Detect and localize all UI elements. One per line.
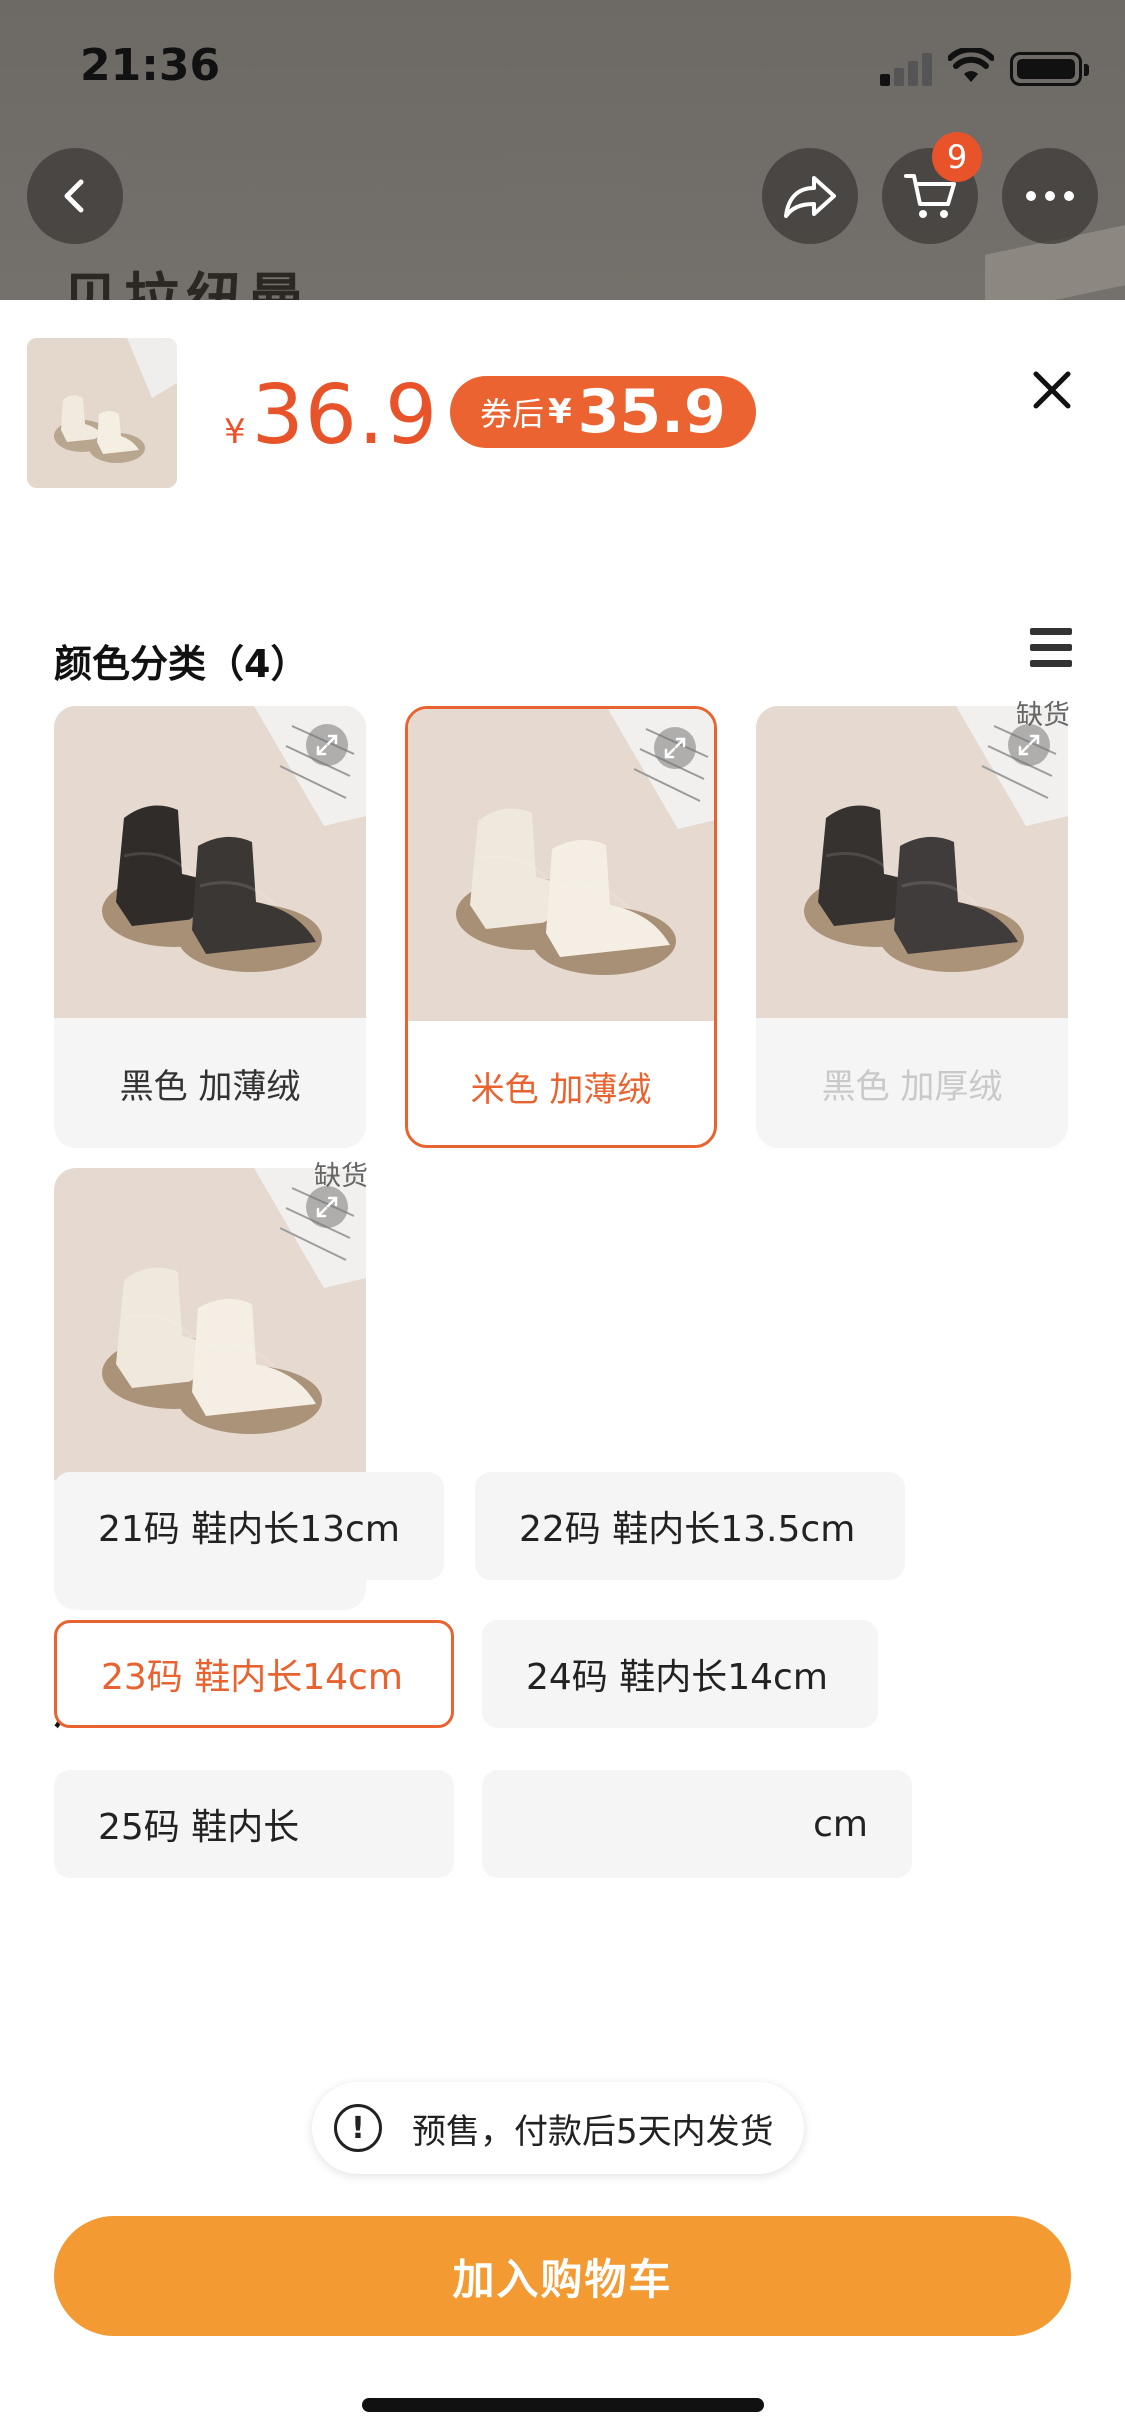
expand-image-icon[interactable]	[654, 727, 696, 769]
color-option-card[interactable]: 米色 加薄绒	[405, 706, 717, 1148]
status-time: 21:36	[80, 40, 221, 91]
color-option-label: 黑色 加厚绒	[821, 1066, 1003, 1107]
more-dots-icon	[1026, 191, 1074, 201]
product-page-backdrop[interactable]: 21:36 贝拉纽曼 9	[0, 0, 1125, 300]
size-option-chip[interactable]: 24码 鞋内长14cm	[482, 1620, 878, 1728]
chevron-left-icon	[64, 179, 84, 213]
price-value: 36.9	[251, 368, 439, 463]
toast-text: 预售，付款后5天内发货	[412, 2111, 774, 2152]
size-option-chip[interactable]: cm	[482, 1770, 912, 1878]
coupon-price-value: 35.9	[577, 377, 726, 447]
brand-name-peek: 贝拉纽曼	[62, 255, 310, 300]
list-view-toggle-icon[interactable]	[1030, 628, 1072, 672]
battery-icon	[1010, 52, 1089, 86]
color-option-card[interactable]: 黑色 加厚绒	[756, 706, 1068, 1148]
cart-count-badge: 9	[932, 132, 982, 182]
size-option-chip[interactable]: 21码 鞋内长13cm	[54, 1472, 444, 1580]
color-option-label: 米色 加薄绒	[470, 1069, 652, 1110]
home-indicator	[362, 2398, 764, 2412]
out-of-stock-tag: 缺货	[314, 1161, 368, 1192]
wifi-icon	[948, 48, 994, 82]
color-option-label: 黑色 加薄绒	[119, 1066, 301, 1107]
close-button[interactable]	[1022, 360, 1082, 420]
coupon-label: 券后	[480, 395, 545, 433]
currency-symbol: ¥	[224, 412, 246, 452]
color-option-card[interactable]: 黑色 加薄绒	[54, 706, 366, 1148]
cart-button[interactable]: 9	[882, 132, 982, 244]
status-bar: 21:36	[0, 0, 1125, 132]
share-icon	[784, 176, 836, 218]
sku-selection-sheet: ¥ 36.9 券后 ¥ 35.9 颜色分类（4） 黑色 加薄绒 米色 加薄绒 黑…	[0, 300, 1125, 2436]
close-icon	[1033, 371, 1071, 409]
expand-image-icon[interactable]	[306, 724, 348, 766]
shoe-thumbnail-image	[27, 338, 177, 488]
presale-toast: ! 预售，付款后5天内发货	[312, 2082, 804, 2174]
back-button[interactable]	[27, 148, 123, 244]
coupon-currency-symbol: ¥	[548, 392, 572, 432]
add-to-cart-button[interactable]: 加入购物车	[54, 2216, 1071, 2336]
size-option-chip[interactable]: 22码 鞋内长13.5cm	[475, 1472, 905, 1580]
selected-sku-thumbnail[interactable]	[27, 338, 177, 488]
share-button[interactable]	[762, 148, 858, 244]
info-icon: !	[334, 2104, 382, 2152]
out-of-stock-tag: 缺货	[1016, 700, 1070, 731]
cellular-signal-icon	[880, 52, 934, 86]
size-option-chip[interactable]: 25码 鞋内长	[54, 1770, 454, 1878]
color-section-title: 颜色分类（4）	[54, 642, 309, 686]
price: ¥ 36.9	[224, 368, 438, 463]
more-button[interactable]	[1002, 148, 1098, 244]
size-option-chip[interactable]: 23码 鞋内长14cm	[54, 1620, 454, 1728]
coupon-price-badge: 券后 ¥ 35.9	[450, 376, 756, 448]
